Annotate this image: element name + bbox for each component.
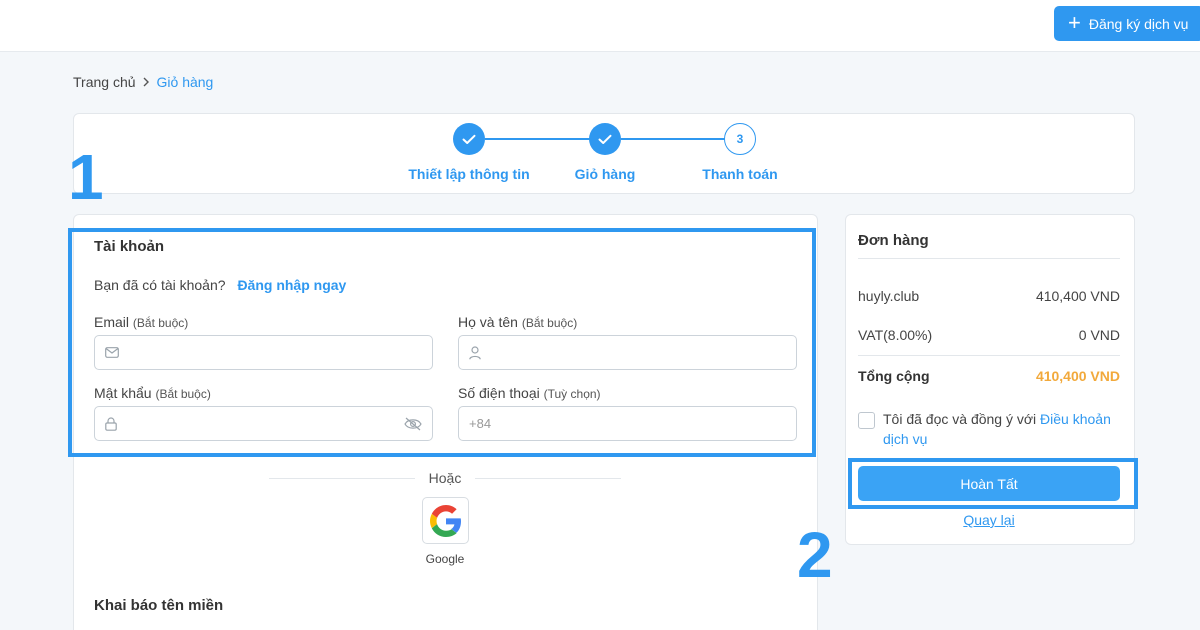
have-account-row: Bạn đã có tài khoản? Đăng nhập ngay (94, 277, 346, 293)
password-required-hint: (Bắt buộc) (155, 387, 211, 401)
back-link[interactable]: Quay lại (963, 512, 1014, 528)
total-divider (858, 355, 1120, 356)
phone-field[interactable] (458, 406, 797, 441)
phone-label: Số điện thoại (Tuỳ chọn) (458, 385, 601, 401)
agree-text: Tôi đã đọc và đồng ý với (883, 411, 1037, 427)
account-title: Tài khoản (94, 238, 165, 255)
password-field[interactable] (94, 406, 433, 441)
or-text: Hoặc (428, 470, 462, 486)
breadcrumb-current[interactable]: Giỏ hàng (157, 74, 214, 90)
chevron-right-icon (142, 75, 151, 90)
step-3-label: Thanh toán (702, 166, 778, 182)
step-connector (485, 138, 606, 140)
step-1-check (453, 123, 485, 155)
email-field[interactable] (94, 335, 433, 370)
total-row: Tổng cộng 410,400 VND (858, 368, 1120, 384)
terms-agreement: Tôi đã đọc và đồng ý với Điều khoản dịch… (858, 409, 1120, 449)
breadcrumb-home[interactable]: Trang chủ (73, 74, 136, 90)
terms-checkbox[interactable] (858, 412, 875, 429)
login-now-link[interactable]: Đăng nhập ngay (237, 277, 346, 293)
password-label-text: Mật khẩu (94, 385, 152, 401)
email-input[interactable] (127, 345, 422, 360)
annotation-number-1: 1 (68, 141, 104, 213)
total-label: Tổng cộng (858, 368, 930, 384)
step-2-check (589, 123, 621, 155)
user-icon (469, 345, 481, 359)
order-title: Đơn hàng (858, 232, 929, 249)
complete-button[interactable]: Hoàn Tất (858, 466, 1120, 501)
vat-value: 0 VND (1078, 327, 1120, 343)
register-service-button[interactable]: + Đăng ký dịch vụ (1054, 6, 1200, 41)
step-2-label: Giỏ hàng (574, 166, 636, 182)
step-1-label: Thiết lập thông tin (408, 166, 530, 182)
order-item-price: 410,400 VND (1035, 288, 1120, 304)
eye-off-icon[interactable] (404, 417, 422, 431)
google-icon (429, 504, 461, 537)
email-label-text: Email (94, 314, 130, 330)
domain-section-title: Khai báo tên miền (94, 597, 224, 614)
annotation-number-2: 2 (797, 519, 833, 591)
terms-text: Tôi đã đọc và đồng ý với Điều khoản dịch… (883, 409, 1120, 449)
register-service-label: Đăng ký dịch vụ (1088, 15, 1189, 32)
check-icon (598, 134, 612, 144)
email-label: Email (Bắt buộc) (94, 314, 188, 330)
lock-icon (105, 416, 117, 431)
google-label: Google (425, 552, 465, 566)
name-required-hint: (Bắt buộc) (521, 316, 578, 330)
password-input[interactable] (125, 416, 396, 431)
total-value: 410,400 VND (1035, 368, 1120, 384)
vat-label: VAT(8.00%) (858, 327, 933, 343)
fullname-input[interactable] (489, 345, 786, 360)
phone-input[interactable] (469, 416, 786, 431)
step-3-number: 3 (724, 123, 756, 155)
name-label-text: Họ và tên (458, 314, 518, 330)
breadcrumb: Trang chủ Giỏ hàng (73, 74, 213, 90)
name-label: Họ và tên (Bắt buộc) (458, 314, 577, 330)
checkout-steps: 3 Thiết lập thông tin Giỏ hàng Thanh toá… (73, 113, 1135, 194)
or-divider-right (475, 478, 621, 479)
order-item-name: huyly.club (858, 288, 920, 304)
google-login-button[interactable] (422, 497, 469, 544)
plus-icon: + (1068, 9, 1081, 35)
order-divider (858, 258, 1120, 259)
top-bar (0, 0, 1200, 52)
vat-row: VAT(8.00%) 0 VND (858, 327, 1120, 343)
phone-label-text: Số điện thoại (458, 385, 540, 401)
mail-icon (105, 347, 119, 358)
order-item-row: huyly.club 410,400 VND (858, 288, 1120, 304)
password-label: Mật khẩu (Bắt buộc) (94, 385, 211, 401)
phone-optional-hint: (Tuỳ chọn) (543, 387, 601, 401)
fullname-field[interactable] (458, 335, 797, 370)
or-divider-left (269, 478, 415, 479)
have-account-text: Bạn đã có tài khoản? (94, 277, 226, 293)
check-icon (462, 134, 476, 144)
email-required-hint: (Bắt buộc) (132, 316, 189, 330)
